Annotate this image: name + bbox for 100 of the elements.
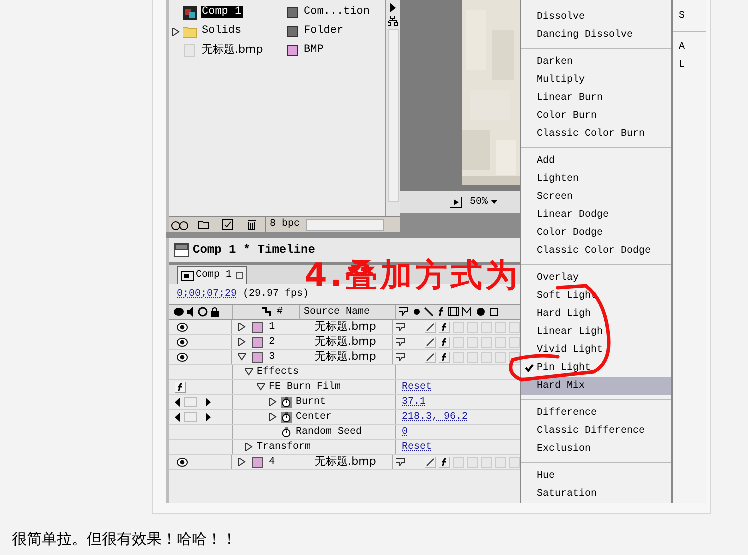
- eye-icon[interactable]: [177, 322, 188, 332]
- menu-item[interactable]: Difference: [521, 404, 671, 422]
- switch-box[interactable]: [481, 456, 492, 468]
- switch-box[interactable]: [453, 456, 464, 468]
- stopwatch-icon[interactable]: [281, 396, 292, 408]
- menu-item[interactable]: Color Burn: [521, 107, 671, 125]
- effect-switch-icon[interactable]: [439, 322, 450, 332]
- property-value[interactable]: Reset: [402, 442, 432, 452]
- label-color-swatch[interactable]: [287, 45, 298, 56]
- property-value[interactable]: 37.1: [402, 396, 426, 408]
- menu-item[interactable]: Pin Light: [521, 359, 671, 377]
- switch-box[interactable]: [495, 336, 506, 348]
- property-group-name[interactable]: FE Burn Film: [269, 380, 342, 394]
- switch-box[interactable]: [495, 456, 506, 468]
- eye-icon[interactable]: [177, 338, 188, 346]
- switch-box[interactable]: [453, 336, 464, 348]
- collapsed-triangle-icon[interactable]: [172, 28, 180, 36]
- switch-box[interactable]: [481, 352, 492, 362]
- menu-item[interactable]: Vivid Light: [521, 341, 671, 359]
- switch-box[interactable]: [467, 352, 478, 362]
- menu-item[interactable]: Classic Color Dodge: [521, 242, 671, 260]
- label-color-swatch[interactable]: [287, 7, 298, 18]
- layer-name[interactable]: 无标题.bmp: [315, 348, 376, 366]
- quality-slash-icon[interactable]: [425, 322, 436, 332]
- layer-name[interactable]: 无标题.bmp: [315, 318, 376, 336]
- menu-item[interactable]: S: [673, 7, 706, 25]
- menu-item[interactable]: Dissolve: [521, 8, 671, 26]
- effect-toggle-icon[interactable]: [175, 382, 186, 392]
- keyframe-navigator-icon[interactable]: [175, 412, 211, 422]
- menu-item[interactable]: Linear Dodge: [521, 206, 671, 224]
- project-item-name[interactable]: 无标题.bmp: [201, 42, 264, 56]
- menu-item[interactable]: Hue: [521, 467, 671, 485]
- switch-box[interactable]: [467, 322, 478, 332]
- property-value[interactable]: 0: [402, 426, 408, 438]
- menu-item[interactable]: Exclusion: [521, 440, 671, 458]
- menu-item[interactable]: Dancing Dissolve: [521, 26, 671, 44]
- zoom-dropdown[interactable]: 50%: [470, 194, 498, 210]
- switch-box[interactable]: [481, 322, 492, 332]
- menu-item[interactable]: Screen: [521, 188, 671, 206]
- property-group-name[interactable]: Effects: [257, 364, 300, 380]
- label-color-swatch[interactable]: [252, 352, 264, 362]
- layer-name[interactable]: 无标题.bmp: [315, 454, 376, 470]
- switch-box[interactable]: [467, 456, 478, 468]
- find-binoculars-icon[interactable]: [169, 218, 191, 230]
- switch-box[interactable]: [453, 322, 464, 332]
- menu-item[interactable]: Hard Mix: [521, 377, 671, 395]
- quality-slash-icon[interactable]: [425, 352, 436, 362]
- label-color-swatch[interactable]: [287, 26, 298, 37]
- menu-item[interactable]: Darken: [521, 53, 671, 71]
- project-item-name[interactable]: Comp 1: [201, 6, 243, 18]
- menu-item[interactable]: Linear Ligh: [521, 323, 671, 341]
- quality-slash-icon[interactable]: [425, 456, 436, 468]
- menu-item[interactable]: Saturation: [521, 485, 671, 503]
- menu-item[interactable]: Add: [521, 152, 671, 170]
- project-item-name[interactable]: Solids: [201, 25, 243, 38]
- menu-item[interactable]: L: [673, 56, 706, 74]
- horizontal-scrollbar[interactable]: [306, 218, 384, 230]
- effect-switch-icon[interactable]: [439, 456, 450, 468]
- menu-item[interactable]: A: [673, 38, 706, 56]
- switch-box[interactable]: [495, 322, 506, 332]
- current-time[interactable]: 0;00;07;29: [177, 286, 238, 302]
- flowchart-icon[interactable]: [388, 16, 398, 26]
- column-header[interactable]: #: [277, 304, 299, 320]
- switch-box[interactable]: [509, 456, 520, 468]
- scrollbar[interactable]: [388, 29, 398, 202]
- menu-item[interactable]: Classic Color Burn: [521, 125, 671, 143]
- menu-item[interactable]: Hard Ligh: [521, 305, 671, 323]
- label-color-swatch[interactable]: [252, 336, 264, 348]
- layer-name[interactable]: 无标题.bmp: [315, 334, 376, 350]
- switch-box[interactable]: [509, 336, 520, 348]
- menu-item[interactable]: Classic Difference: [521, 422, 671, 440]
- menu-item[interactable]: Linear Burn: [521, 89, 671, 107]
- property-group-name[interactable]: Transform: [257, 440, 312, 454]
- stopwatch-icon[interactable]: [281, 426, 292, 438]
- play-icon[interactable]: [450, 196, 462, 208]
- column-header[interactable]: Source Name: [299, 304, 370, 320]
- label-color-swatch[interactable]: [252, 456, 264, 468]
- composition-tab[interactable]: Comp 1: [177, 266, 248, 284]
- stopwatch-icon[interactable]: [281, 412, 292, 422]
- panel-menu-arrow-icon[interactable]: [389, 3, 397, 13]
- menu-item[interactable]: Color Dodge: [521, 224, 671, 242]
- menu-item[interactable]: Multiply: [521, 71, 671, 89]
- property-value[interactable]: Reset: [402, 382, 432, 392]
- property-value[interactable]: 218.3, 96.2: [402, 412, 468, 422]
- eye-icon[interactable]: [177, 458, 188, 466]
- shy-icon[interactable]: [396, 458, 405, 466]
- eye-icon[interactable]: [177, 352, 188, 362]
- label-color-swatch[interactable]: [252, 322, 264, 332]
- effect-switch-icon[interactable]: [439, 336, 450, 348]
- menu-item[interactable]: Overlay: [521, 269, 671, 287]
- switch-box[interactable]: [509, 322, 520, 332]
- keyframe-navigator-icon[interactable]: [175, 396, 211, 408]
- switch-box[interactable]: [495, 352, 506, 362]
- menu-item[interactable]: Lighten: [521, 170, 671, 188]
- switch-box[interactable]: [467, 336, 478, 348]
- bit-depth-button[interactable]: 8 bpc: [265, 217, 304, 232]
- quality-slash-icon[interactable]: [425, 336, 436, 348]
- switch-box[interactable]: [481, 336, 492, 348]
- switch-box[interactable]: [453, 352, 464, 362]
- effect-switch-icon[interactable]: [439, 352, 450, 362]
